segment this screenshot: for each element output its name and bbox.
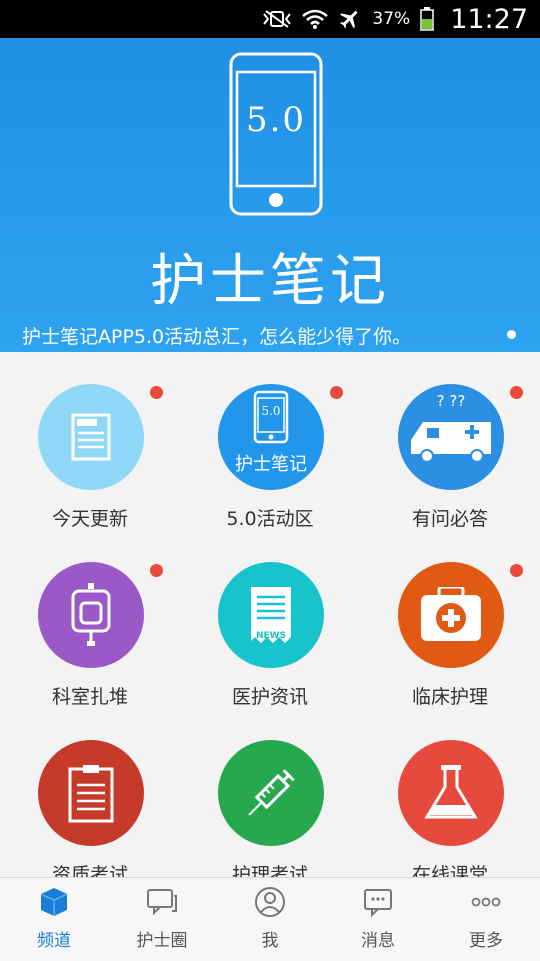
news-text: NEWS [255, 631, 287, 641]
nav-label: 护士圈 [136, 931, 188, 951]
cube-icon [40, 888, 68, 916]
grid-item-activity-zone[interactable]: 5.0 护士笔记 5.0活动区 [180, 352, 360, 530]
new-badge [330, 386, 343, 399]
inner-title: 护士笔记 [235, 454, 307, 475]
grid-item-department[interactable]: 科室扎堆 [0, 530, 180, 708]
vibrate-off-icon [262, 9, 292, 29]
chat-bubbles-icon [147, 889, 177, 916]
new-badge [150, 386, 163, 399]
battery-icon [420, 7, 434, 31]
grid-item-nursing-exam[interactable]: 护理考试 [180, 708, 360, 877]
iv-bag-icon [38, 562, 144, 668]
grid-item-label: 资质考试 [51, 864, 128, 877]
message-icon [364, 889, 392, 918]
phone-5-icon: 5.0 护士笔记 [218, 384, 324, 490]
more-dots-icon [471, 897, 501, 907]
status-bar: 37% 11:27 [0, 0, 540, 38]
nav-channel[interactable]: 频道 [0, 878, 108, 961]
grid-item-label: 科室扎堆 [51, 686, 128, 708]
nav-label: 我 [261, 931, 279, 951]
first-aid-kit-icon [398, 562, 504, 668]
question-marks: ? ?? [436, 392, 466, 410]
nav-label: 更多 [469, 931, 503, 951]
grid-item-clinical-nursing[interactable]: 临床护理 [360, 530, 540, 708]
grid-item-label: 有问必答 [411, 508, 488, 530]
clipboard-icon [38, 740, 144, 846]
grid-item-today-update[interactable]: 今天更新 [0, 352, 180, 530]
new-badge [510, 386, 523, 399]
grid-item-qualification-exam[interactable]: 资质考试 [0, 708, 180, 877]
grid-item-online-class[interactable]: 在线课堂 [360, 708, 540, 877]
banner-title: 护士笔记 [150, 249, 390, 314]
nav-label: 频道 [37, 931, 71, 951]
grid-item-qa[interactable]: ? ?? 有问必答 [360, 352, 540, 530]
news-icon [38, 384, 144, 490]
grid-item-label: 护理考试 [231, 864, 308, 877]
banner-version: 5.0 [245, 100, 307, 140]
grid-item-label: 5.0活动区 [226, 508, 314, 530]
nav-me[interactable]: 我 [216, 878, 324, 961]
flask-icon [398, 740, 504, 846]
clock: 11:27 [450, 3, 528, 35]
battery-percent: 37% [372, 9, 411, 29]
status-icons: 37% 11:27 [262, 0, 528, 38]
grid-item-label: 医护资讯 [231, 686, 308, 708]
grid-item-label: 今天更新 [51, 508, 128, 530]
bottom-nav: 频道 护士圈 我 消息 更多 [0, 877, 540, 961]
grid-item-label: 临床护理 [411, 686, 488, 708]
user-icon [255, 887, 285, 917]
channel-grid: 今天更新 5.0 护士笔记 5.0活动区 ? ?? 有问必答 科室扎堆 NEWS… [0, 352, 540, 877]
grid-item-medical-news[interactable]: NEWS 医护资讯 [180, 530, 360, 708]
airplane-icon [338, 7, 362, 31]
promo-banner[interactable]: 5.0 护士笔记 护士笔记APP5.0活动总汇，怎么能少得了你。 [0, 38, 540, 352]
wifi-icon [302, 8, 329, 30]
nav-nurse-circle[interactable]: 护士圈 [108, 878, 216, 961]
carousel-indicator[interactable] [507, 330, 516, 339]
nav-label: 消息 [361, 931, 395, 951]
new-badge [510, 564, 523, 577]
inner-version: 5.0 [261, 404, 281, 418]
ambulance-icon: ? ?? [398, 384, 504, 490]
new-badge [150, 564, 163, 577]
news-receipt-icon: NEWS [218, 562, 324, 668]
syringe-icon [218, 740, 324, 846]
nav-more[interactable]: 更多 [432, 878, 540, 961]
banner-caption: 护士笔记APP5.0活动总汇，怎么能少得了你。 [22, 326, 412, 348]
nav-messages[interactable]: 消息 [324, 878, 432, 961]
grid-item-label: 在线课堂 [411, 864, 488, 877]
